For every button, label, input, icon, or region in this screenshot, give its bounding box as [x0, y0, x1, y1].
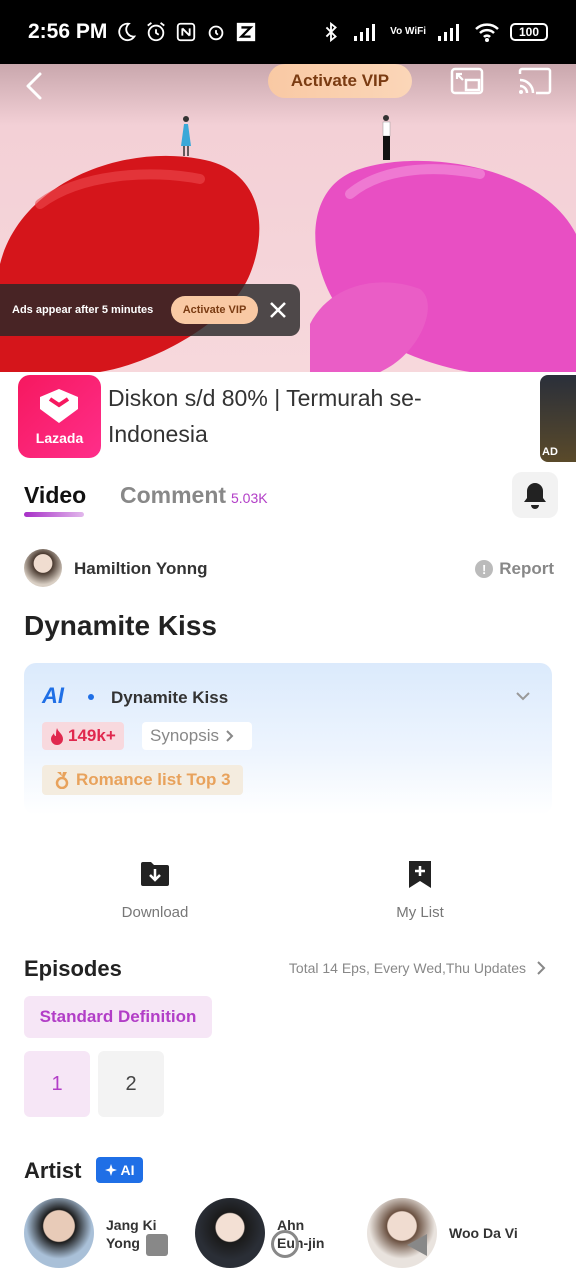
lazada-heart-icon: [40, 389, 78, 423]
battery-indicator: 100: [510, 23, 548, 41]
episode-item[interactable]: 1: [24, 1051, 90, 1117]
comment-count: 5.03K: [231, 490, 268, 506]
definition-button[interactable]: Standard Definition: [24, 996, 212, 1038]
signal-2-icon: [438, 24, 459, 41]
ai-summary-card[interactable]: AI Dynamite Kiss 149k+ Synopsis Romance …: [24, 663, 552, 815]
chevron-down-icon[interactable]: [514, 687, 532, 705]
alarm-icon: [147, 22, 166, 42]
episodes-info[interactable]: Total 14 Eps, Every Wed,Thu Updates: [289, 960, 546, 976]
download-button[interactable]: Download: [95, 860, 215, 921]
artist-card[interactable]: Woo Da Vi: [367, 1198, 557, 1268]
close-icon[interactable]: [266, 298, 290, 322]
artist-card[interactable]: Ahn Eun-jin: [195, 1198, 355, 1268]
ad-banner[interactable]: Lazada Diskon s/d 80% | Termurah se-Indo…: [0, 372, 576, 462]
back-triangle-icon: [407, 1234, 427, 1256]
activate-vip-button[interactable]: Activate VIP: [268, 64, 412, 98]
download-folder-icon: [141, 862, 169, 886]
report-label: Report: [499, 559, 554, 578]
picture-in-picture-icon[interactable]: [450, 66, 484, 96]
page-title: Dynamite Kiss: [24, 610, 217, 641]
chevron-right-icon: [226, 730, 234, 742]
lazada-logo: Lazada: [18, 375, 101, 458]
moon-icon: [118, 22, 137, 42]
alarm-small-icon: [209, 25, 224, 41]
content-tabs: Video Comment 5.03K: [24, 472, 558, 524]
my-list-button[interactable]: My List: [360, 860, 480, 921]
nfc-icon: [177, 22, 196, 42]
record-circle-icon: [271, 1230, 299, 1258]
bell-icon: [524, 483, 546, 509]
ranking-label: Romance list Top 3: [76, 770, 231, 789]
ai-badge-label: AI: [120, 1162, 135, 1178]
synopsis-button[interactable]: Synopsis: [142, 722, 252, 750]
sparkle-icon: [104, 1164, 117, 1176]
cast-icon[interactable]: [518, 66, 552, 96]
vowifi-label: Vo WiFi: [390, 26, 426, 37]
ad-activate-vip-button[interactable]: Activate VIP: [171, 296, 258, 324]
banner-text: Diskon s/d 80% | Termurah se-Indonesia: [108, 385, 422, 447]
banner-thumbnail[interactable]: AD: [540, 375, 576, 462]
episodes-heading: Episodes: [24, 956, 122, 981]
video-player[interactable]: Activate VIP Ads appear after 5 minutes …: [0, 64, 576, 372]
stop-icon: [146, 1234, 168, 1256]
download-label: Download: [121, 904, 189, 921]
ad-tag: AD: [542, 446, 558, 458]
avatar[interactable]: [24, 549, 62, 587]
alert-icon: !: [475, 560, 494, 578]
ai-badge[interactable]: AI: [96, 1157, 143, 1183]
ai-card-title: Dynamite Kiss: [111, 688, 229, 707]
flame-icon: [51, 728, 63, 745]
notify-button[interactable]: [512, 472, 558, 518]
ad-notice-text: Ads appear after 5 minutes: [12, 304, 154, 316]
back-icon[interactable]: [18, 68, 54, 104]
uploader-name[interactable]: Hamiltion Yonng: [74, 559, 207, 579]
ai-logo: AI: [42, 683, 64, 708]
uploader-row: Hamiltion Yonng ! Report: [24, 549, 554, 589]
episodes-info-text: Total 14 Eps, Every Wed,Thu Updates: [288, 960, 526, 976]
popularity-value: 149k+: [68, 726, 116, 745]
status-time: 2:56 PM: [28, 20, 108, 43]
artist-name: Woo Da Vi: [449, 1225, 518, 1241]
popularity-badge: 149k+: [42, 722, 124, 750]
bluetooth-icon: [325, 21, 338, 43]
medal-icon: [55, 772, 69, 789]
wifi-icon: [475, 23, 499, 42]
report-button[interactable]: ! Report: [475, 559, 554, 579]
chevron-right-icon: [537, 961, 546, 975]
z-app-icon: [237, 22, 256, 42]
episode-item[interactable]: 2: [98, 1051, 164, 1117]
ai-dot: [88, 694, 94, 700]
status-bar: 2:56 PM Vo WiFi 100: [0, 0, 576, 64]
artist-photo: [195, 1198, 265, 1268]
tab-video[interactable]: Video: [24, 482, 86, 509]
synopsis-label: Synopsis: [150, 726, 219, 745]
artist-heading: Artist: [24, 1158, 82, 1183]
tab-comment[interactable]: Comment: [120, 482, 226, 509]
signal-icon: [354, 24, 376, 41]
lazada-name: Lazada: [35, 430, 84, 446]
ranking-badge[interactable]: Romance list Top 3: [42, 765, 243, 795]
tab-active-indicator: [24, 512, 84, 517]
ad-notice-bar: Ads appear after 5 minutes Activate VIP: [0, 284, 300, 336]
artist-card[interactable]: Jang Ki Yong: [24, 1198, 184, 1268]
bookmark-add-icon: [409, 861, 431, 888]
my-list-label: My List: [396, 904, 444, 921]
artist-photo: [24, 1198, 94, 1268]
